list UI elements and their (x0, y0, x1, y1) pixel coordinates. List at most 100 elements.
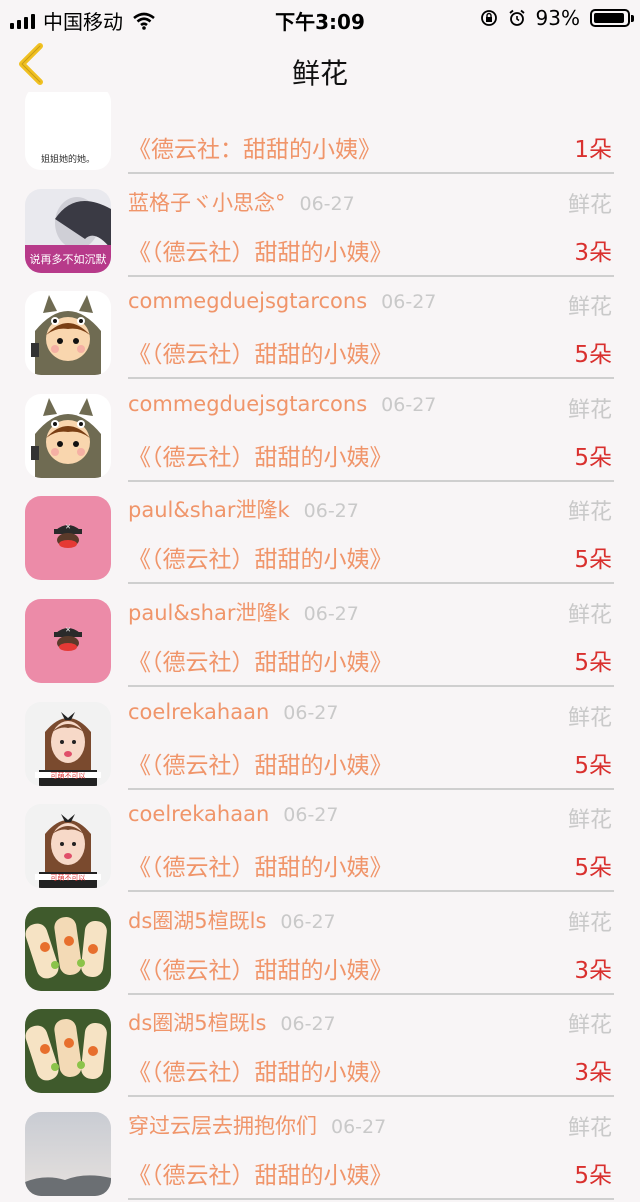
send-date: 06-27 (381, 393, 437, 416)
svg-text:说再多不如沉默: 说再多不如沉默 (30, 252, 107, 266)
flower-count: 5朵 (574, 444, 612, 471)
battery-percent: 93% (535, 6, 580, 30)
song-title[interactable]: 《（德云社）甜甜的小姨》 (128, 848, 393, 882)
gift-list-item[interactable]: ds圈湖5楦既ls 06-27 鲜花《（德云社）甜甜的小姨》 3朵 (0, 895, 640, 997)
row-divider (128, 479, 614, 482)
alarm-icon (508, 9, 525, 26)
sender-name[interactable]: 蓝格子ヾ小思念° 06-27 (128, 187, 355, 217)
avatar-pirate-monkey-icon[interactable]: ✕ (25, 599, 111, 683)
sender-name[interactable]: coelrekahaan 06-27 (128, 700, 338, 724)
sender-name[interactable]: 穿过云层去拥抱你们 06-27 (128, 1110, 386, 1140)
sender-name-text: ds圈湖5楦既ls (128, 908, 267, 933)
row-divider (128, 274, 614, 277)
sender-name[interactable]: commegduejsgtarcons 06-27 (128, 289, 436, 313)
gift-list-item[interactable]: 说再多不如沉默 蓝格子ヾ小思念° 06-27 鲜花《（德云社）甜甜的小姨》 3朵 (0, 177, 640, 279)
gift-list-item[interactable]: 穿过云层去拥抱你们 06-27 鲜花《（德云社）甜甜的小姨》 5朵 (0, 1100, 640, 1202)
song-title[interactable]: 《（德云社）甜甜的小姨》 (128, 233, 393, 267)
row-divider (128, 1198, 614, 1200)
sender-name[interactable]: paul&shar泄隆k 06-27 (128, 597, 359, 627)
avatar-girl-icon[interactable]: 可萌不可以 (25, 804, 111, 889)
send-date: 06-27 (299, 192, 355, 215)
avatar-pirate-monkey-icon[interactable]: ✕ (25, 496, 111, 581)
sender-name-text: coelrekahaan (128, 699, 270, 724)
song-title[interactable]: 《（德云社）甜甜的小姨》 (128, 951, 393, 985)
gift-type: 鲜花 (567, 500, 612, 526)
avatar-food-icon[interactable] (25, 906, 111, 991)
song-title[interactable]: 《德云社：甜甜的小姨》 (128, 130, 381, 164)
flower-count: 3朵 (574, 957, 612, 984)
nav-bar: 鲜花 (0, 36, 640, 92)
sender-name-text: coelrekahaan (128, 802, 270, 827)
gift-list-item[interactable]: commegduejsgtarcons 06-27 鲜花 《（德云社）甜甜的小姨》 5朵 (0, 279, 640, 381)
avatar-sky-icon[interactable] (25, 1112, 111, 1196)
gift-list-item[interactable]: ✕ paul&shar泄隆k 06-27 鲜花《（德云社）甜甜的小姨》 5朵 (0, 587, 640, 689)
row-divider (128, 992, 614, 995)
avatar-girl-icon[interactable]: 可萌不可以 (25, 701, 111, 786)
avatar-photo-icon[interactable]: 说再多不如沉默 (25, 188, 111, 273)
flower-count: 1朵 (574, 137, 612, 163)
flower-count: 5朵 (574, 855, 612, 882)
flower-count: 5朵 (574, 342, 612, 369)
song-title[interactable]: 《（德云社）甜甜的小姨》 (128, 1156, 393, 1190)
sender-name-text: 蓝格子ヾ小思念° (128, 190, 286, 215)
song-title[interactable]: 《（德云社）甜甜的小姨》 (128, 335, 393, 369)
gift-list-item[interactable]: ds圈湖5楦既ls 06-27 鲜花 《（德云社）甜甜的小姨》 3朵 (0, 997, 640, 1099)
send-date: 06-27 (303, 500, 359, 523)
flower-count: 3朵 (574, 239, 612, 266)
avatar-text-icon[interactable]: 姐姐她的她。 (25, 86, 111, 170)
song-title[interactable]: 《（德云社）甜甜的小姨》 (128, 746, 393, 780)
page-title: 鲜花 (291, 57, 348, 90)
send-date: 06-27 (280, 1013, 336, 1036)
flower-count: 5朵 (574, 1163, 612, 1189)
gift-type: 鲜花 (567, 910, 612, 936)
sender-name-text: commegduejsgtarcons (128, 289, 368, 314)
avatar-totoro-icon[interactable] (25, 393, 111, 478)
svg-text:✕: ✕ (65, 626, 71, 634)
svg-text:姐姐她的她。: 姐姐她的她。 (41, 153, 95, 165)
send-date: 06-27 (280, 910, 336, 933)
gift-list-item[interactable]: 可萌不可以 coelrekahaan 06-27 鲜花《（德云社）甜甜的小姨》 5朵 (0, 690, 640, 792)
gift-type: 鲜花 (567, 1116, 612, 1141)
sender-name-text: paul&shar泄隆k (128, 498, 290, 523)
send-date: 06-27 (283, 701, 339, 724)
row-divider (128, 787, 614, 790)
row-divider (128, 1095, 614, 1098)
send-date: 06-27 (283, 804, 339, 827)
avatar-totoro-icon[interactable] (25, 291, 111, 376)
row-divider (128, 685, 614, 687)
gift-type: 鲜花 (567, 397, 612, 423)
send-date: 06-27 (303, 603, 359, 625)
sender-name[interactable]: paul&shar泄隆k 06-27 (128, 494, 359, 524)
gift-type: 鲜花 (567, 705, 612, 731)
flower-count: 5朵 (574, 752, 612, 779)
flower-count: 5朵 (574, 650, 612, 676)
gift-list-item[interactable]: ✕ paul&shar泄隆k 06-27 鲜花《（德云社）甜甜的小姨》 5朵 (0, 484, 640, 586)
sender-name[interactable]: commegduejsgtarcons 06-27 (128, 392, 436, 416)
song-title[interactable]: 《（德云社）甜甜的小姨》 (128, 1053, 393, 1087)
battery-icon (590, 9, 634, 27)
flower-count: 5朵 (574, 547, 612, 574)
svg-text:可萌不可以: 可萌不可以 (51, 771, 86, 780)
song-title[interactable]: 《（德云社）甜甜的小姨》 (128, 643, 393, 677)
send-date: 06-27 (331, 1116, 387, 1138)
song-title[interactable]: 《（德云社）甜甜的小姨》 (128, 438, 393, 472)
flower-count: 3朵 (574, 1060, 612, 1087)
row-divider (128, 377, 614, 380)
gift-type: 鲜花 (567, 192, 612, 218)
song-title[interactable]: 《（德云社）甜甜的小姨》 (128, 540, 393, 574)
svg-text:可萌不可以: 可萌不可以 (51, 873, 86, 882)
sender-name-text: commegduejsgtarcons (128, 391, 368, 416)
gift-list-item[interactable]: 可萌不可以 coelrekahaan 06-27 鲜花 《（德云社）甜甜的小姨》 5朵 (0, 792, 640, 894)
status-bar: 中国移动 下午3:09 93% (0, 0, 640, 36)
send-date: 06-27 (381, 291, 437, 314)
avatar-food-icon[interactable] (25, 1009, 111, 1094)
sender-name-text: ds圈湖5楦既ls (128, 1011, 267, 1036)
row-divider (128, 890, 614, 893)
gift-type: 鲜花 (567, 603, 612, 628)
sender-name[interactable]: coelrekahaan 06-27 (128, 802, 338, 826)
sender-name[interactable]: ds圈湖5楦既ls 06-27 (128, 905, 336, 935)
sender-name[interactable]: ds圈湖5楦既ls 06-27 (128, 1007, 336, 1037)
row-divider (128, 172, 614, 174)
row-divider (128, 582, 614, 585)
gift-list-item[interactable]: commegduejsgtarcons 06-27 鲜花《（德云社）甜甜的小姨》 5朵 (0, 382, 640, 484)
